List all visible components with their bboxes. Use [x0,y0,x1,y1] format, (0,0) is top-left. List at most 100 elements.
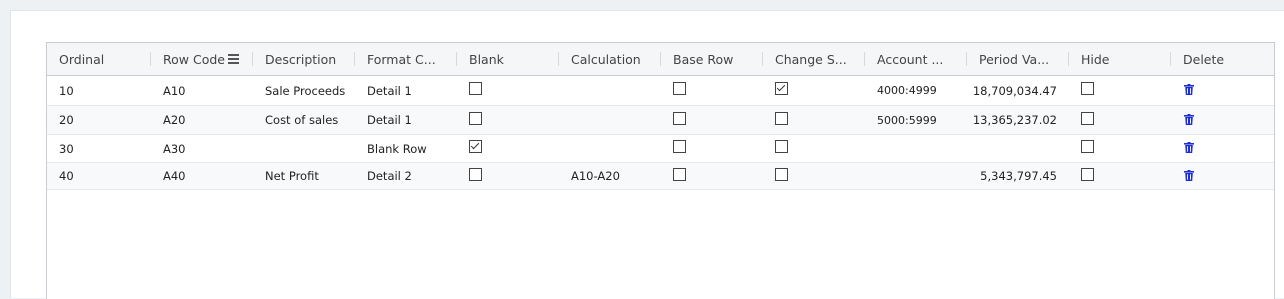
cell-description[interactable] [253,135,355,162]
cell-base-row [661,163,763,189]
table-row[interactable]: 10 A10 Sale Proceeds Detail 1 4000:4999 … [47,76,1274,106]
cell-base-row [661,135,763,162]
header-blank-label: Blank [469,51,504,67]
header-calculation-label: Calculation [571,51,641,67]
hide-checkbox[interactable] [1081,167,1094,181]
hide-checkbox[interactable] [1081,140,1094,153]
cell-row-code[interactable]: A10 [151,76,253,105]
cell-calculation[interactable] [559,135,661,162]
panel: Ordinal Row Code Description Format C...… [10,10,1284,299]
table-row[interactable]: 20 A20 Cost of sales Detail 1 5000:5999 … [47,106,1274,135]
financial-rows-grid: Ordinal Row Code Description Format C...… [46,42,1275,299]
change-sign-checkbox[interactable] [775,111,788,125]
header-account[interactable]: Account ... [865,43,967,75]
trash-icon[interactable] [1184,169,1194,181]
cell-change-sign [763,76,865,105]
cell-format[interactable]: Detail 1 [355,106,457,134]
header-base-row-label: Base Row [673,51,734,67]
header-delete-label: Delete [1183,51,1225,67]
cell-blank [457,106,559,134]
cell-delete [1171,135,1274,162]
cell-account[interactable] [865,135,967,162]
cell-hide [1069,163,1171,189]
header-row-code[interactable]: Row Code [151,43,253,75]
cell-account[interactable] [865,163,967,189]
blank-checkbox[interactable] [469,111,482,125]
cell-ordinal[interactable]: 10 [47,76,151,105]
blank-checkbox[interactable] [469,82,482,95]
cell-ordinal[interactable]: 40 [47,163,151,189]
header-delete[interactable]: Delete [1171,43,1274,75]
header-hide[interactable]: Hide [1069,43,1171,75]
base-row-checkbox[interactable] [673,140,686,153]
cell-format[interactable]: Detail 1 [355,76,457,105]
header-change-sign[interactable]: Change S... [763,43,865,75]
hide-checkbox[interactable] [1081,82,1094,95]
header-format[interactable]: Format C... [355,43,457,75]
trash-icon[interactable] [1184,142,1194,153]
header-change-sign-label: Change S... [775,51,847,67]
header-calculation[interactable]: Calculation [559,43,661,75]
header-ordinal-label: Ordinal [59,51,105,67]
base-row-checkbox[interactable] [673,111,686,125]
cell-period-value: 18,709,034.47 [972,83,1057,98]
trash-icon[interactable] [1184,84,1194,95]
cell-blank [457,76,559,105]
cell-ordinal[interactable]: 20 [47,106,151,134]
cell-calculation[interactable] [559,106,661,134]
cell-period-value: 5,343,797.45 [980,169,1057,183]
cell-calculation[interactable]: A10-A20 [559,163,661,189]
cell-row-code[interactable]: A20 [151,106,253,134]
header-description-label: Description [265,51,337,67]
cell-hide [1069,76,1171,105]
cell-hide [1069,135,1171,162]
cell-description[interactable]: Cost of sales [253,106,355,134]
header-ordinal[interactable]: Ordinal [47,43,151,75]
cell-format[interactable]: Blank Row [355,135,457,162]
cell-calculation[interactable] [559,76,661,105]
header-description[interactable]: Description [253,43,355,75]
cell-period-value: 13,365,237.02 [972,113,1057,127]
base-row-checkbox[interactable] [673,167,686,181]
cell-delete [1171,106,1274,134]
cell-format[interactable]: Detail 2 [355,163,457,189]
base-row-checkbox[interactable] [673,82,686,95]
header-period-value[interactable]: Period Va... [967,43,1069,75]
change-sign-checkbox[interactable] [775,167,788,181]
cell-account[interactable]: 5000:5999 [865,106,967,134]
hide-checkbox[interactable] [1081,111,1094,125]
cell-ordinal[interactable]: 30 [47,135,151,162]
cell-change-sign [763,163,865,189]
cell-account[interactable]: 4000:4999 [865,76,967,105]
cell-row-code[interactable]: A40 [151,163,253,189]
cell-blank [457,163,559,189]
menu-lines-icon[interactable] [228,54,239,64]
cell-description[interactable]: Net Profit [253,163,355,189]
blank-checkbox[interactable] [469,167,482,181]
cell-delete [1171,76,1274,105]
cell-change-sign [763,106,865,134]
blank-checkbox[interactable] [469,140,482,153]
table-row[interactable]: 40 A40 Net Profit Detail 2 A10-A20 5,343… [47,163,1274,190]
header-format-label: Format C... [367,51,436,67]
header-period-value-label: Period Va... [979,51,1050,67]
table-row[interactable]: 30 A30 Blank Row [47,135,1274,163]
cell-hide [1069,106,1171,134]
header-blank[interactable]: Blank [457,43,559,75]
grid-header: Ordinal Row Code Description Format C...… [47,43,1274,76]
change-sign-checkbox[interactable] [775,140,788,153]
header-row-code-label: Row Code [163,51,225,67]
header-account-label: Account ... [877,51,944,67]
trash-icon[interactable] [1184,113,1194,125]
header-base-row[interactable]: Base Row [661,43,763,75]
cell-row-code[interactable]: A30 [151,135,253,162]
change-sign-checkbox[interactable] [775,82,788,95]
cell-period-value [967,135,1069,162]
cell-delete [1171,163,1274,189]
header-hide-label: Hide [1081,51,1110,67]
cell-change-sign [763,135,865,162]
cell-base-row [661,76,763,105]
cell-description[interactable]: Sale Proceeds [253,76,355,105]
cell-blank [457,135,559,162]
cell-base-row [661,106,763,134]
